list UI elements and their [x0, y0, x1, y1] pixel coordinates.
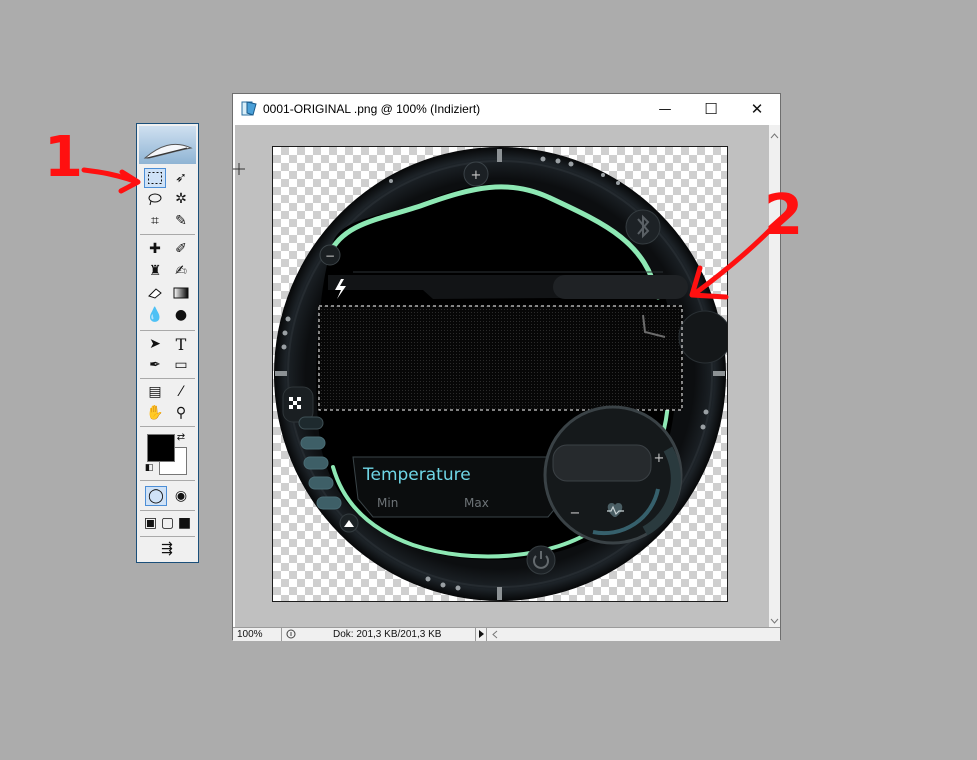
- dodge-icon[interactable]: ●: [170, 305, 192, 325]
- window-titlebar[interactable]: 0001-ORIGINAL .png @ 100% (Indiziert) — …: [233, 94, 780, 124]
- screen-mode-full-icon[interactable]: ■: [176, 513, 193, 533]
- image-canvas[interactable]: + − Temperature Min Max + −: [272, 146, 728, 602]
- document-size-info: Dok: 201,3 KB/201,3 KB: [333, 629, 442, 640]
- minimize-button[interactable]: —: [642, 94, 688, 124]
- scroll-up-icon[interactable]: [769, 128, 780, 139]
- eyedropper-icon[interactable]: ⁄: [170, 382, 192, 402]
- clone-stamp-icon[interactable]: ♜: [144, 261, 166, 281]
- tick-12: [497, 149, 502, 162]
- dot-matrix-display: [318, 305, 683, 410]
- top-pill-bar: [553, 275, 688, 299]
- screen-mode-standard-icon[interactable]: ▣: [142, 513, 159, 533]
- scroll-down-icon[interactable]: [769, 613, 780, 624]
- min-label: Min: [377, 496, 398, 510]
- crop-icon[interactable]: ⌗: [144, 211, 166, 231]
- document-canvas-area[interactable]: + − Temperature Min Max + −: [233, 125, 769, 627]
- gradient-icon[interactable]: [170, 283, 192, 303]
- toolbox-divider: [140, 480, 195, 481]
- blur-icon[interactable]: 💧: [144, 305, 166, 325]
- horizontal-scrollbar[interactable]: [489, 628, 769, 641]
- toolbox-divider: [140, 510, 195, 511]
- magic-wand-icon[interactable]: ✲: [170, 189, 192, 209]
- tick-6: [497, 587, 502, 600]
- quick-mask-icon[interactable]: ◉: [170, 486, 192, 506]
- maximize-button[interactable]: ☐: [688, 94, 734, 124]
- tick-9: [275, 371, 287, 376]
- dial-minus-label: −: [570, 506, 581, 521]
- temperature-label: Temperature: [362, 465, 471, 485]
- toolbox-divider: [140, 378, 195, 379]
- eraser-icon[interactable]: [144, 283, 166, 303]
- lasso-icon[interactable]: [144, 189, 166, 209]
- brush-icon[interactable]: ✐: [170, 239, 192, 259]
- feather-logo-icon: [139, 126, 196, 164]
- window-title: 0001-ORIGINAL .png @ 100% (Indiziert): [263, 102, 481, 116]
- swap-colors-icon[interactable]: ⇄: [174, 430, 188, 444]
- standard-mode-icon[interactable]: ◯: [145, 486, 167, 506]
- move-icon[interactable]: ➶: [170, 168, 192, 188]
- hand-icon[interactable]: ✋: [144, 403, 166, 423]
- close-button[interactable]: ✕: [734, 94, 780, 124]
- marquee-rect-icon[interactable]: [144, 168, 166, 188]
- tick-3: [713, 371, 725, 376]
- toolbox-divider: [140, 536, 195, 537]
- photoshop-app-icon: [241, 100, 257, 116]
- max-label: Max: [464, 496, 489, 510]
- jump-to-imageready-icon[interactable]: ⇶: [145, 539, 189, 559]
- left-minus-label: −: [325, 249, 335, 263]
- toolbox-divider: [140, 234, 195, 235]
- shape-icon[interactable]: ▭: [170, 355, 192, 375]
- toolbox-divider: [140, 330, 195, 331]
- status-nav-icon[interactable]: [285, 628, 299, 641]
- top-plus-label: +: [471, 168, 482, 183]
- slice-icon[interactable]: ✎: [170, 211, 192, 231]
- pen-icon[interactable]: ✒: [144, 355, 166, 375]
- history-brush-icon[interactable]: ✍: [170, 261, 192, 281]
- default-colors-icon[interactable]: ◧: [143, 462, 155, 474]
- path-select-icon[interactable]: ➤: [144, 334, 166, 354]
- status-menu-arrow-icon[interactable]: [475, 628, 487, 641]
- screen-mode-full-menu-icon[interactable]: ▢: [159, 513, 176, 533]
- heart-rate-pill: [552, 444, 652, 482]
- annotation-arrow-1: [81, 167, 141, 194]
- watchface-image: + − Temperature Min Max + −: [274, 147, 727, 601]
- document-window: 0001-ORIGINAL .png @ 100% (Indiziert) — …: [232, 93, 781, 641]
- type-icon[interactable]: T: [170, 334, 192, 354]
- crosshair-cursor-icon: [233, 162, 245, 175]
- tools-palette: ➶ ✲ ⌗ ✎ ✚ ✐ ♜ ✍ 💧 ● ➤ T ✒ ▭ ▤ ⁄ ✋ ⚲ ⇄ ◧ …: [136, 123, 199, 563]
- foreground-color-swatch[interactable]: [147, 434, 175, 462]
- annotation-label-1: 1: [44, 125, 83, 190]
- notes-icon[interactable]: ▤: [144, 382, 166, 402]
- status-bar: 100% Dok: 201,3 KB/201,3 KB: [233, 627, 780, 641]
- healing-brush-icon[interactable]: ✚: [144, 239, 166, 259]
- vertical-scrollbar[interactable]: [769, 125, 780, 627]
- toolbox-divider: [140, 426, 195, 427]
- dial-plus-label: +: [654, 451, 665, 466]
- zoom-icon[interactable]: ⚲: [170, 403, 192, 423]
- zoom-field[interactable]: 100%: [237, 628, 282, 641]
